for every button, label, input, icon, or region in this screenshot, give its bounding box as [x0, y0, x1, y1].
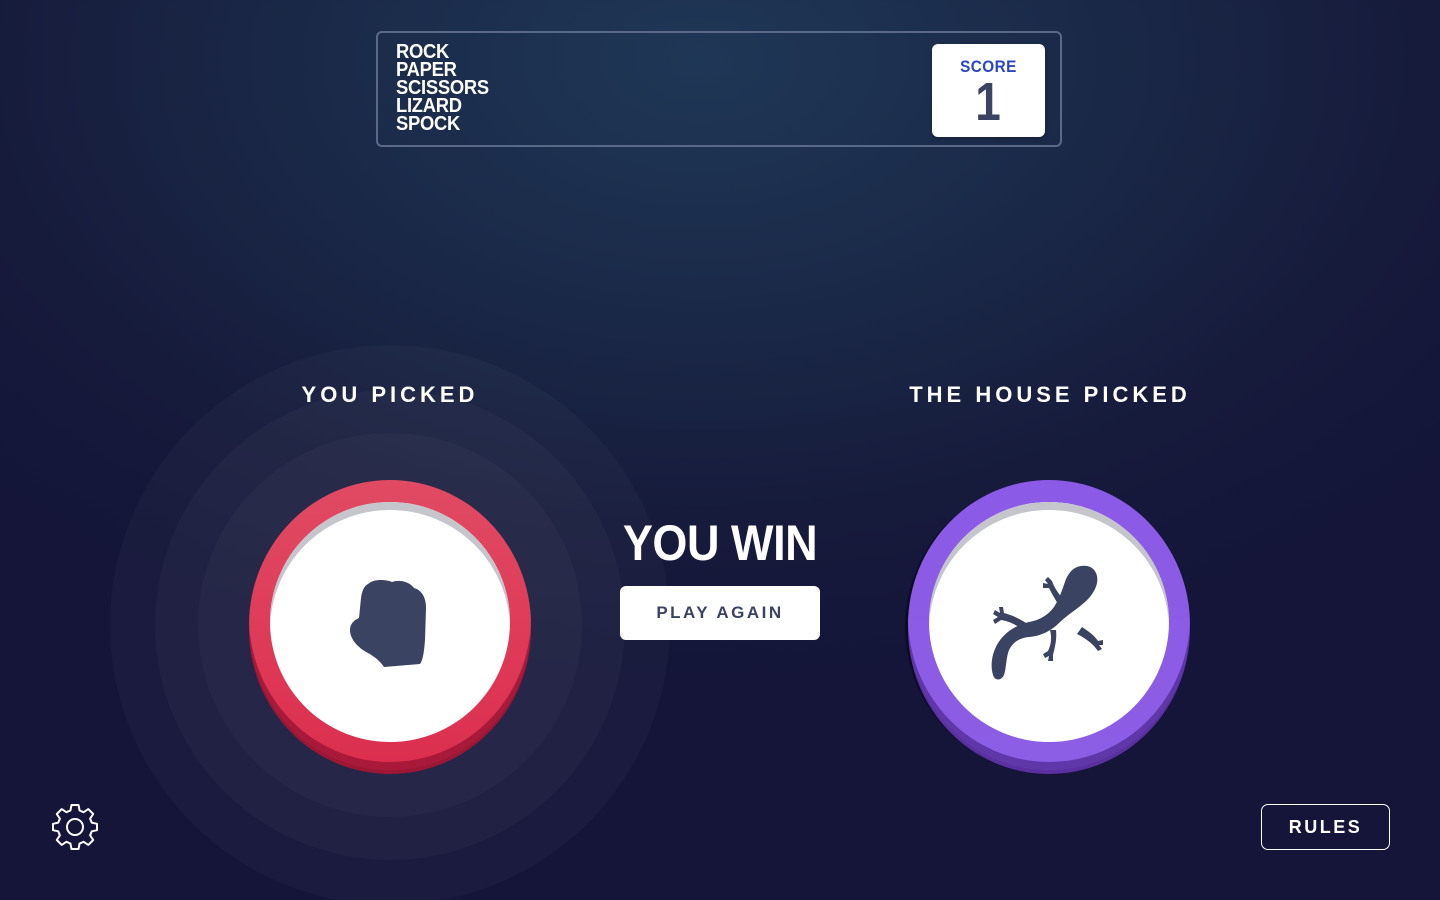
lizard-token-face [929, 502, 1169, 742]
score-card: SCORE 1 [932, 44, 1045, 137]
play-again-button[interactable]: PLAY AGAIN [620, 586, 820, 640]
logo: ROCK PAPER SCISSORS LIZARD SPOCK [396, 42, 497, 135]
game-header: ROCK PAPER SCISSORS LIZARD SPOCK SCORE 1 [376, 31, 1062, 147]
result-text: YOU WIN [622, 515, 818, 571]
player-token-rock [249, 480, 531, 770]
house-pick-label: THE HOUSE PICKED [909, 382, 1191, 407]
rock-icon [350, 579, 426, 667]
rock-token-face [270, 502, 510, 742]
house-token-lizard [908, 480, 1190, 770]
score-value: 1 [975, 72, 1002, 132]
rules-button[interactable]: RULES [1261, 804, 1390, 850]
gear-icon [52, 804, 98, 850]
settings-button[interactable] [50, 801, 100, 851]
lizard-icon [991, 565, 1103, 680]
logo-line-spock: SPOCK [396, 113, 461, 135]
